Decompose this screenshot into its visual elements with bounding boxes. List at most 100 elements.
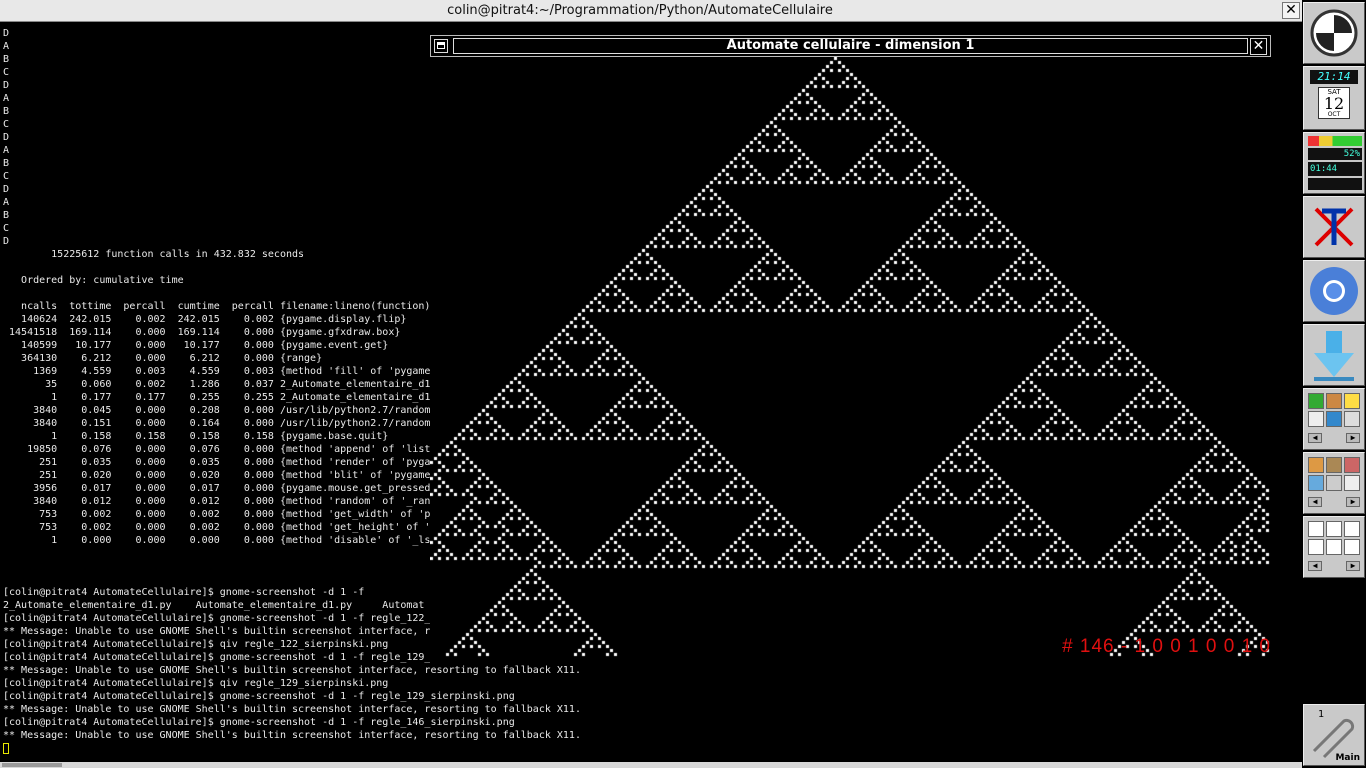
xfig-tile[interactable] — [1303, 196, 1365, 258]
scroll-left-icon-2[interactable]: ◀ — [1308, 497, 1322, 507]
system-monitor-tile[interactable]: 52% 01:44 — [1303, 132, 1365, 194]
battery-panel: 52% — [1308, 148, 1362, 160]
terminal-line: A — [3, 197, 10, 208]
light-icon-4[interactable] — [1308, 539, 1324, 555]
terminal-line: 3840 0.151 0.000 0.164 0.000 /usr/lib/py… — [3, 418, 431, 429]
light-icon-1[interactable] — [1308, 521, 1324, 537]
monitor-extra-panel — [1308, 178, 1362, 190]
apps-grid-tile-1[interactable]: ◀ ▶ — [1303, 388, 1365, 450]
automaton-canvas — [430, 57, 1271, 660]
app-news-icon[interactable] — [1308, 475, 1324, 491]
download-tile[interactable] — [1303, 324, 1365, 386]
app-help-icon[interactable] — [1326, 475, 1342, 491]
terminal-line: 35 0.060 0.002 1.286 0.037 2_Automate_el… — [3, 379, 431, 390]
terminal-horizontal-scrollbar[interactable] — [0, 762, 1302, 768]
app-sun-icon[interactable] — [1344, 393, 1360, 409]
terminal-line: 753 0.002 0.000 0.002 0.000 {method 'get… — [3, 509, 431, 520]
app-magnifier-icon[interactable] — [1344, 411, 1360, 427]
terminal-line: C — [3, 67, 10, 78]
terminal-cursor — [3, 743, 9, 754]
terminal-line: 140599 10.177 0.000 10.177 0.000 {pygame… — [3, 340, 389, 351]
terminal-title: colin@pitrat4:~/Programmation/Python/Aut… — [447, 3, 833, 18]
rule-label: # 146 - 1 0 0 1 0 0 1 0 — [1062, 636, 1271, 657]
app-orange-icon[interactable] — [1326, 393, 1342, 409]
uptime-value: 01:44 — [1310, 164, 1338, 174]
light-icon-2[interactable] — [1326, 521, 1342, 537]
terminal-line: [colin@pitrat4 AutomateCellulaire]$ qiv … — [3, 639, 389, 650]
automaton-titlebar[interactable]: Automate cellulaire - dimension 1 ✕ — [430, 35, 1271, 57]
terminal-line: A — [3, 145, 10, 156]
uptime-panel: 01:44 — [1308, 162, 1362, 176]
terminal-line: 140624 242.015 0.002 242.015 0.002 {pyga… — [3, 314, 407, 325]
scroll-left-icon[interactable]: ◀ — [1308, 433, 1322, 443]
terminal-line: A — [3, 93, 10, 104]
battery-value: 52% — [1343, 149, 1360, 159]
terminal-line: 19850 0.076 0.000 0.076 0.000 {method 'a… — [3, 444, 431, 455]
clock-time: 21:14 — [1310, 70, 1358, 84]
terminal-line: Ordered by: cumulative time — [3, 275, 184, 286]
terminal-line: C — [3, 171, 10, 182]
calendar-widget: SAT 12 OCT — [1318, 87, 1350, 119]
lights-tile[interactable]: ◀ ▶ — [1303, 516, 1365, 578]
workspace-name: Main — [1335, 753, 1360, 763]
scroll-right-icon-3[interactable]: ▶ — [1346, 561, 1360, 571]
automaton-close-button[interactable]: ✕ — [1250, 38, 1267, 55]
terminal-line: B — [3, 106, 10, 117]
app-radiation-icon[interactable] — [1308, 411, 1324, 427]
chromium-icon — [1310, 267, 1358, 315]
terminal-line: 251 0.035 0.000 0.035 0.000 {method 'ren… — [3, 457, 431, 468]
terminal-close-button[interactable]: ✕ — [1282, 2, 1300, 19]
xfig-icon — [1314, 207, 1354, 247]
terminal-line: 1 0.158 0.158 0.158 0.158 {pygame.base.q… — [3, 431, 389, 442]
terminal-line: [colin@pitrat4 AutomateCellulaire]$ gnom… — [3, 652, 431, 663]
app-exit-icon[interactable] — [1344, 475, 1360, 491]
scrollbar-thumb[interactable] — [2, 763, 62, 767]
terminal-titlebar[interactable]: colin@pitrat4:~/Programmation/Python/Aut… — [0, 0, 1302, 22]
terminal-line: ** Message: Unable to use GNOME Shell's … — [3, 704, 581, 715]
automaton-title: Automate cellulaire - dimension 1 — [726, 38, 975, 53]
app-green-icon[interactable] — [1308, 393, 1324, 409]
scroll-left-icon-3[interactable]: ◀ — [1308, 561, 1322, 571]
cpu-meter — [1308, 136, 1362, 146]
terminal-line: 1 0.177 0.177 0.255 0.255 2_Automate_ele… — [3, 392, 431, 403]
clock-calendar-tile[interactable]: 21:14 SAT 12 OCT — [1303, 66, 1365, 130]
download-icon — [1314, 331, 1354, 381]
app-box-icon[interactable] — [1326, 457, 1342, 473]
maximize-icon[interactable] — [434, 39, 448, 53]
terminal-line: 364130 6.212 0.000 6.212 0.000 {range} — [3, 353, 323, 364]
terminal-line: 1369 4.559 0.003 4.559 0.003 {method 'fi… — [3, 366, 431, 377]
dock-logo-tile[interactable] — [1303, 2, 1365, 64]
app-house-icon[interactable] — [1344, 457, 1360, 473]
calendar-day: 12 — [1323, 94, 1345, 113]
terminal-line: 753 0.002 0.000 0.002 0.000 {method 'get… — [3, 522, 431, 533]
terminal-line: C — [3, 223, 10, 234]
terminal-line: [colin@pitrat4 AutomateCellulaire]$ gnom… — [3, 691, 515, 702]
terminal-line: 3840 0.045 0.000 0.208 0.000 /usr/lib/py… — [3, 405, 431, 416]
light-icon-6[interactable] — [1344, 539, 1360, 555]
terminal-line: B — [3, 54, 10, 65]
terminal-line: A — [3, 41, 10, 52]
app-text-icon[interactable] — [1326, 411, 1342, 427]
dock-logo-icon — [1310, 9, 1358, 57]
terminal-line: [colin@pitrat4 AutomateCellulaire]$ gnom… — [3, 587, 365, 598]
app-x-icon[interactable] — [1308, 457, 1324, 473]
apps-grid-tile-2[interactable]: ◀ ▶ — [1303, 452, 1365, 514]
automaton-window[interactable]: Automate cellulaire - dimension 1 ✕ # 14… — [430, 35, 1271, 660]
chromium-tile[interactable] — [1303, 260, 1365, 322]
scroll-right-icon[interactable]: ▶ — [1346, 433, 1360, 443]
automaton-title-box: Automate cellulaire - dimension 1 — [453, 38, 1248, 54]
scroll-right-icon-2[interactable]: ▶ — [1346, 497, 1360, 507]
terminal-line: 15225612 function calls in 432.832 secon… — [3, 249, 305, 260]
terminal-line: C — [3, 119, 10, 130]
terminal-line: B — [3, 158, 10, 169]
terminal-line: ** Message: Unable to use GNOME Shell's … — [3, 626, 437, 637]
terminal-line: 1 0.000 0.000 0.000 0.000 {method 'disab… — [3, 535, 431, 546]
terminal-line: ncalls tottime percall cumtime percall f… — [3, 301, 431, 312]
terminal-line: ** Message: Unable to use GNOME Shell's … — [3, 665, 581, 676]
terminal-line: D — [3, 132, 10, 143]
light-icon-3[interactable] — [1344, 521, 1360, 537]
workspace-tile[interactable]: 1 Main — [1303, 704, 1365, 766]
terminal-line: 3840 0.012 0.000 0.012 0.000 {method 'ra… — [3, 496, 431, 507]
light-icon-5[interactable] — [1326, 539, 1342, 555]
terminal-line: D — [3, 236, 10, 247]
